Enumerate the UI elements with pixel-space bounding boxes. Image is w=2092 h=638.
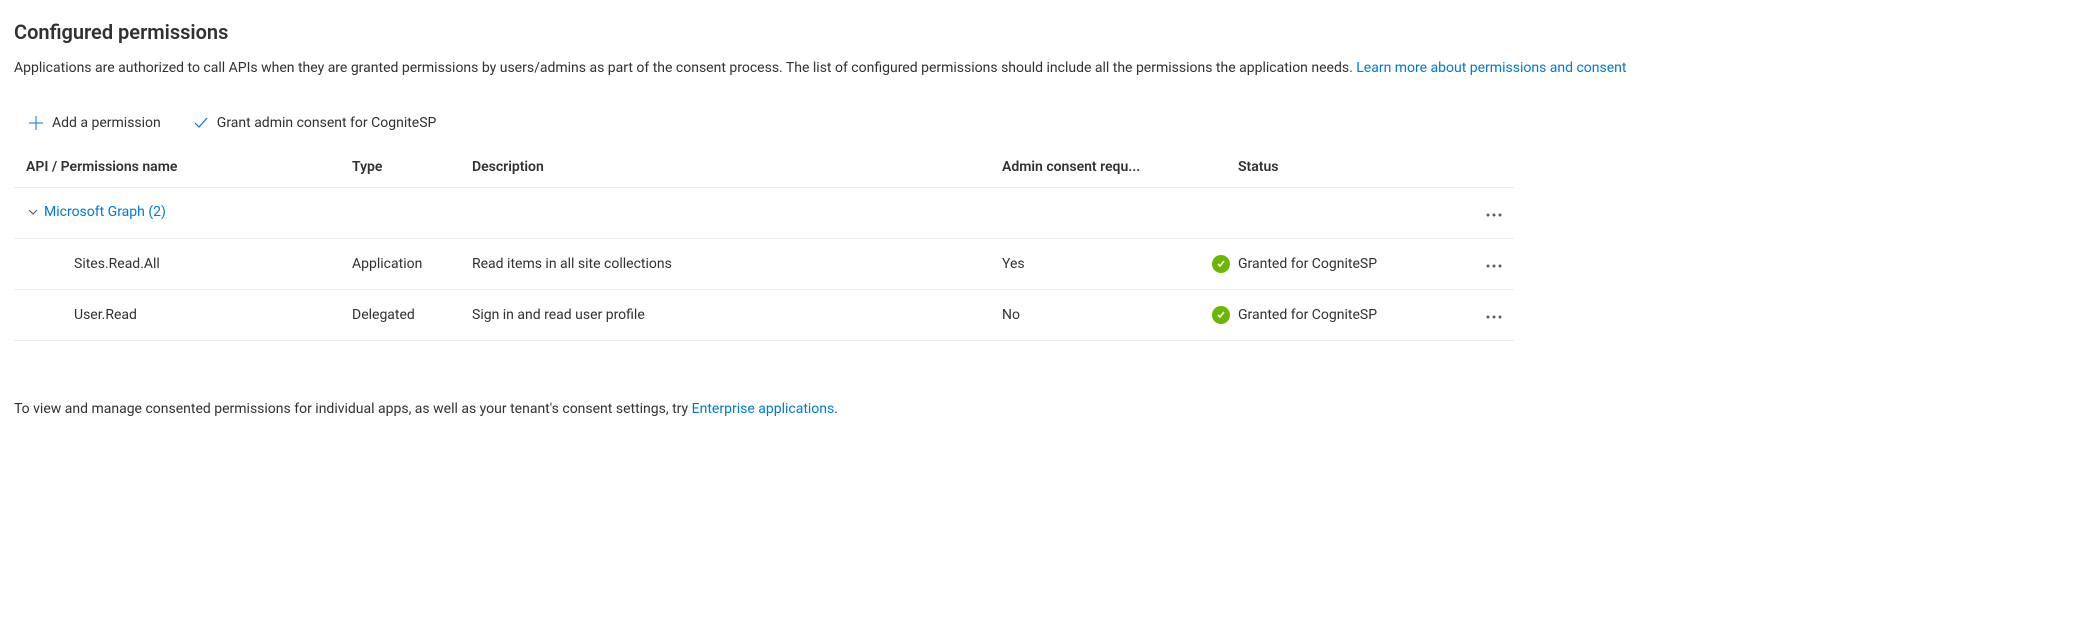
col-header-status[interactable]: Status: [1204, 149, 1454, 188]
row-more-button[interactable]: [1482, 251, 1506, 277]
col-header-name[interactable]: API / Permissions name: [14, 149, 344, 188]
add-permission-button[interactable]: Add a permission: [22, 111, 167, 135]
group-more-button[interactable]: [1482, 200, 1506, 226]
permission-description: Sign in and read user profile: [464, 290, 994, 341]
table-header-row: API / Permissions name Type Description …: [14, 149, 1514, 188]
plus-icon: [28, 115, 44, 131]
permissions-table: API / Permissions name Type Description …: [14, 149, 1514, 341]
permission-admin-consent: Yes: [994, 239, 1204, 290]
col-header-description[interactable]: Description: [464, 149, 994, 188]
row-more-button[interactable]: [1482, 302, 1506, 328]
enterprise-applications-link[interactable]: Enterprise applications: [692, 401, 835, 417]
chevron-down-icon: [26, 205, 40, 219]
footer-text: To view and manage consented permissions…: [14, 401, 2078, 417]
permission-name-link[interactable]: Sites.Read.All: [14, 239, 344, 290]
check-circle-icon: [1212, 306, 1230, 324]
api-group-row: Microsoft Graph (2): [14, 188, 1514, 239]
more-icon: [1486, 204, 1502, 222]
toolbar: Add a permission Grant admin consent for…: [14, 107, 2078, 149]
permission-status-label: Granted for CogniteSP: [1238, 307, 1377, 323]
check-icon: [193, 115, 209, 131]
grant-consent-label: Grant admin consent for CogniteSP: [217, 115, 437, 131]
permission-type: Delegated: [344, 290, 464, 341]
permission-type: Application: [344, 239, 464, 290]
api-group-toggle[interactable]: Microsoft Graph (2): [26, 204, 166, 220]
add-permission-label: Add a permission: [52, 115, 161, 131]
page-description: Applications are authorized to call APIs…: [14, 58, 1714, 79]
learn-more-link[interactable]: Learn more about permissions and consent: [1356, 60, 1626, 76]
table-row: User.Read Delegated Sign in and read use…: [14, 290, 1514, 341]
permission-status: Granted for CogniteSP: [1204, 239, 1454, 290]
permission-status: Granted for CogniteSP: [1204, 290, 1454, 341]
col-header-type[interactable]: Type: [344, 149, 464, 188]
footer-text-part1: To view and manage consented permissions…: [14, 401, 692, 417]
more-icon: [1486, 255, 1502, 273]
table-row: Sites.Read.All Application Read items in…: [14, 239, 1514, 290]
col-header-admin-consent[interactable]: Admin consent requ...: [994, 149, 1204, 188]
page-title: Configured permissions: [14, 20, 2078, 44]
description-text: Applications are authorized to call APIs…: [14, 60, 1356, 76]
more-icon: [1486, 306, 1502, 324]
footer-text-part2: .: [834, 401, 838, 417]
permission-name-link[interactable]: User.Read: [14, 290, 344, 341]
grant-consent-button[interactable]: Grant admin consent for CogniteSP: [187, 111, 443, 135]
col-header-actions: [1454, 149, 1514, 188]
col-header-status-label: Status: [1238, 159, 1278, 175]
permission-description: Read items in all site collections: [464, 239, 994, 290]
check-circle-icon: [1212, 255, 1230, 273]
permission-admin-consent: No: [994, 290, 1204, 341]
api-group-label: Microsoft Graph (2): [44, 204, 166, 220]
permission-status-label: Granted for CogniteSP: [1238, 256, 1377, 272]
